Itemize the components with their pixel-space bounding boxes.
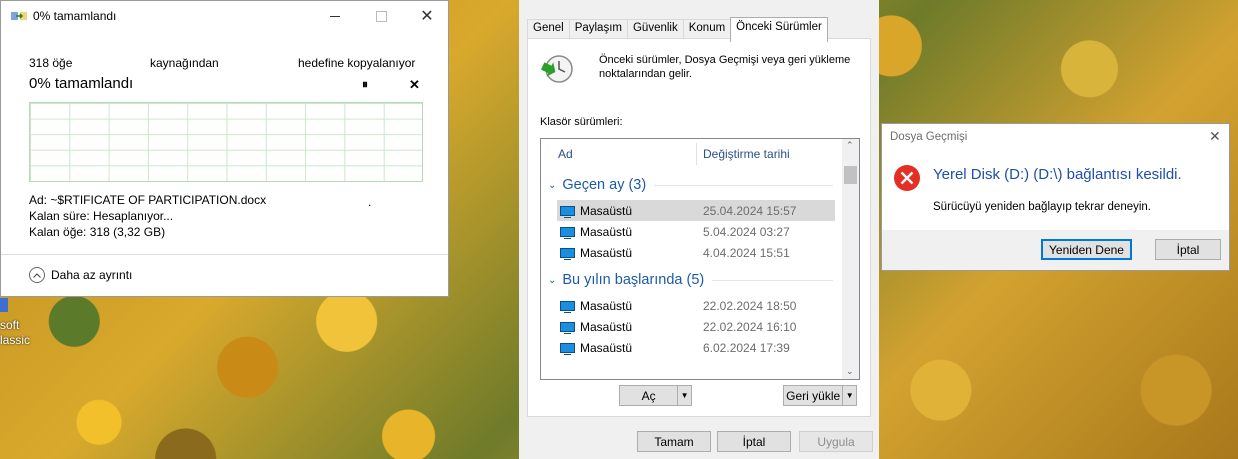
maximize-button[interactable] <box>358 1 404 31</box>
version-row[interactable]: Masaüstü 22.02.2024 16:10 <box>557 316 835 337</box>
folder-icon <box>560 247 575 260</box>
pause-button[interactable]: ⏸ <box>362 77 368 92</box>
copy-progress-dialog: 0% tamamlandı ✕ 318 öğe kaynağından hede… <box>0 0 449 297</box>
error-content-area: Dosya Geçmişi ✕ Yerel Disk (D:) (D:\) ba… <box>882 124 1229 230</box>
minimize-button[interactable] <box>312 1 358 31</box>
time-value: Hesaplanıyor... <box>93 209 174 223</box>
name-row: Ad: ~$RTIFICATE OF PARTICIPATION.docx <box>29 193 266 207</box>
history-clock-icon <box>540 53 574 88</box>
column-date-header[interactable]: Değiştirme tarihi <box>703 147 790 161</box>
cancel-button[interactable]: İptal <box>717 431 791 452</box>
less-details-label: Daha az ayrıntı <box>51 268 133 282</box>
scroll-thumb[interactable] <box>844 166 857 184</box>
desktop-icon[interactable] <box>0 298 8 312</box>
close-button[interactable]: ✕ <box>1209 128 1221 145</box>
chevron-up-icon <box>29 267 45 283</box>
close-icon: ✕ <box>1209 128 1221 144</box>
version-row[interactable]: Masaüstü 25.04.2024 15:57 <box>557 200 835 221</box>
dropdown-arrow-icon[interactable]: ▼ <box>678 386 691 405</box>
desktop-icon-label[interactable]: soft lassic <box>0 318 30 348</box>
ok-button[interactable]: Tamam <box>637 431 711 452</box>
source-text[interactable]: kaynağından <box>150 56 219 70</box>
file-history-error-dialog: Dosya Geçmişi ✕ Yerel Disk (D:) (D:\) ba… <box>881 123 1230 271</box>
items-label: Kalan öğe: <box>29 225 87 239</box>
version-row[interactable]: Masaüstü 4.04.2024 15:51 <box>557 242 835 263</box>
open-split-button[interactable]: Aç ▼ <box>619 385 692 406</box>
column-separator <box>696 143 697 165</box>
tab-general[interactable]: Genel <box>527 19 570 39</box>
group-header-earlier-this-year[interactable]: ⌄ Bu yılın başlarında (5) <box>548 272 833 288</box>
sort-caret-icon: ⌃ <box>761 138 768 145</box>
dialog-title: Dosya Geçmişi <box>890 131 968 143</box>
progress-graph <box>29 102 423 182</box>
tab-sharing[interactable]: Paylaşım <box>568 19 628 39</box>
version-row[interactable]: Masaüstü 5.04.2024 03:27 <box>557 221 835 242</box>
list-header: Ad Değiştirme tarihi ⌃ <box>541 139 859 169</box>
folder-versions-label: Klasör sürümleri: <box>540 116 623 128</box>
name-label: Ad: <box>29 193 48 207</box>
percent-heading: 0% tamamlandı <box>29 75 134 92</box>
retry-button[interactable]: Yeniden Dene <box>1041 239 1132 260</box>
title-bar: 0% tamamlandı ✕ <box>1 1 448 31</box>
pause-icon: ⏸ <box>362 77 369 91</box>
version-row[interactable]: Masaüstü 6.02.2024 17:39 <box>557 337 835 358</box>
cancel-icon: ✕ <box>409 77 420 92</box>
previous-versions-panel: Önceki sürümler, Dosya Geçmişi veya geri… <box>527 38 871 417</box>
name-value: ~$RTIFICATE OF PARTICIPATION.docx <box>50 193 267 207</box>
error-heading: Yerel Disk (D:) (D:\) bağlantısı kesildi… <box>933 166 1182 183</box>
time-label: Kalan süre: <box>29 209 90 223</box>
restore-button[interactable]: Geri yükle <box>784 386 844 405</box>
minimize-icon <box>330 15 340 17</box>
window-title: 0% tamamlandı <box>33 9 117 23</box>
items-value: 318 (3,32 GB) <box>89 225 166 239</box>
items-row: Kalan öğe: 318 (3,32 GB) <box>29 225 165 239</box>
close-icon: ✕ <box>420 8 434 25</box>
properties-dialog: Genel Paylaşım Güvenlik Konum Önceki Sür… <box>519 0 879 459</box>
tab-security[interactable]: Güvenlik <box>626 19 684 39</box>
scroll-up-icon[interactable]: ⌃ <box>846 140 854 151</box>
chevron-down-icon: ⌄ <box>548 274 557 286</box>
status-dot: . <box>368 195 372 209</box>
folder-icon <box>560 205 575 218</box>
scroll-down-icon[interactable]: ⌄ <box>846 366 854 377</box>
dropdown-arrow-icon[interactable]: ▼ <box>843 386 856 405</box>
items-count-text: 318 öğe <box>29 56 73 70</box>
folder-icon <box>560 321 575 334</box>
folder-icon <box>560 342 575 355</box>
error-message: Sürücüyü yeniden bağlayıp tekrar deneyin… <box>933 201 1152 213</box>
vertical-scrollbar[interactable]: ⌃ ⌄ <box>842 139 859 379</box>
time-row: Kalan süre: Hesaplanıyor... <box>29 209 173 223</box>
maximize-icon <box>375 10 387 22</box>
copy-icon <box>11 10 27 22</box>
description-text: Önceki sürümler, Dosya Geçmişi veya geri… <box>599 54 851 80</box>
restore-split-button[interactable]: Geri yükle ▼ <box>783 385 857 406</box>
group-header-last-month[interactable]: ⌄ Geçen ay (3) <box>548 177 833 193</box>
folder-icon <box>560 226 575 239</box>
tab-previous-versions[interactable]: Önceki Sürümler <box>730 17 828 42</box>
tab-location[interactable]: Konum <box>682 19 732 39</box>
less-details-button[interactable]: Daha az ayrıntı <box>29 267 132 283</box>
versions-list[interactable]: Ad Değiştirme tarihi ⌃ ⌄ Geçen ay (3) Ma… <box>540 138 860 380</box>
folder-icon <box>560 300 575 313</box>
column-name-header[interactable]: Ad <box>558 147 573 161</box>
destination-text[interactable]: hedefine kopyalanıyor <box>298 56 415 70</box>
error-icon <box>893 164 921 195</box>
version-row[interactable]: Masaüstü 22.02.2024 18:50 <box>557 295 835 316</box>
apply-button[interactable]: Uygula <box>799 431 873 452</box>
divider <box>1 254 448 255</box>
cancel-copy-button[interactable]: ✕ <box>409 77 420 93</box>
cancel-button[interactable]: İptal <box>1155 239 1221 260</box>
open-button[interactable]: Aç <box>620 386 679 405</box>
close-button[interactable]: ✕ <box>404 1 450 31</box>
chevron-down-icon: ⌄ <box>548 179 557 191</box>
